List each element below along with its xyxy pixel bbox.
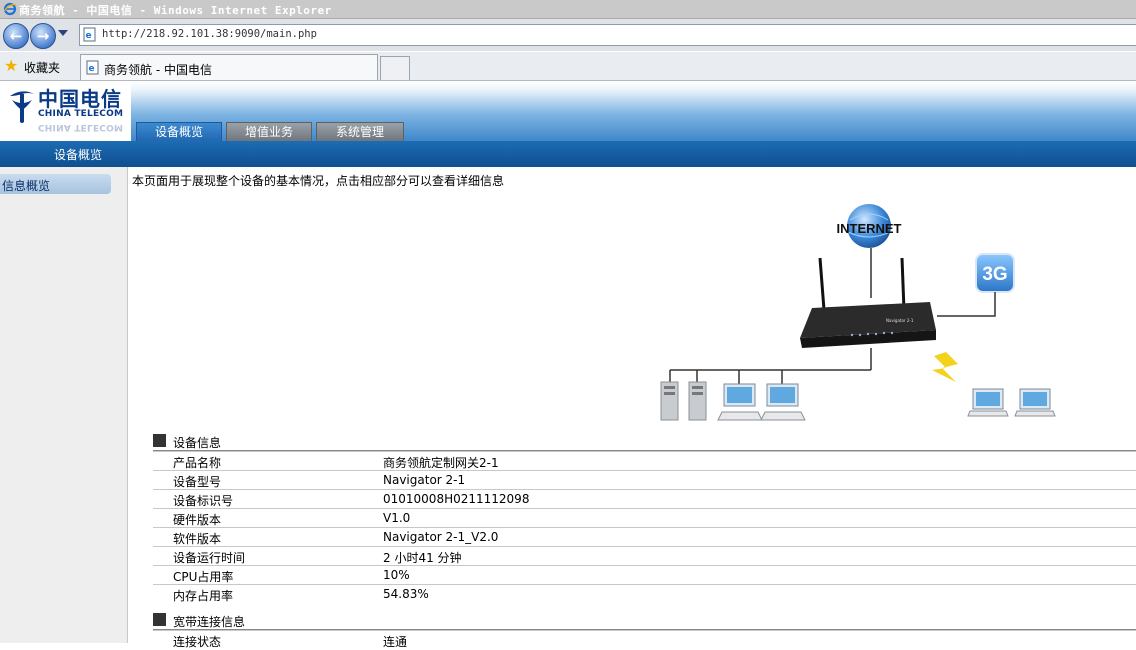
router-model-label: Navigator 2-1 xyxy=(886,318,914,323)
browser-tab-row: ★ 收藏夹 e 商务领航 - 中国电信 xyxy=(0,52,1136,81)
history-dropdown-icon[interactable] xyxy=(58,30,68,36)
row-key: 硬件版本 xyxy=(173,513,222,527)
section-bullet-icon xyxy=(153,434,166,447)
row-key: CPU占用率 xyxy=(173,570,234,584)
page-header: 中国电信 CHINA TELECOM CHINA TELECOM 设备概览 增值… xyxy=(0,81,1136,142)
broadband-info-header: 宽带连接信息 xyxy=(153,612,1136,629)
laptop-icon[interactable] xyxy=(967,388,1009,417)
forward-button[interactable]: → xyxy=(30,23,56,49)
forward-arrow-icon: → xyxy=(36,27,50,45)
address-bar-row: ← → e http://218.92.101.38:9090/main.php xyxy=(0,19,1136,51)
browser-tab-label: 商务领航 - 中国电信 xyxy=(104,63,212,77)
page-icon: e xyxy=(86,60,99,75)
logo-chinese-text: 中国电信 xyxy=(38,87,122,111)
row-value: 2 小时41 分钟 xyxy=(383,551,462,565)
tab-device-overview[interactable]: 设备概览 xyxy=(136,122,222,142)
device-info-title: 设备信息 xyxy=(173,436,222,450)
row-key: 产品名称 xyxy=(173,456,222,470)
row-key: 连接状态 xyxy=(173,635,222,649)
row-key: 设备标识号 xyxy=(173,494,234,508)
table-row: CPU占用率 10% xyxy=(153,565,1136,585)
window-title: 商务领航 - 中国电信 - Windows Internet Explorer xyxy=(19,4,332,17)
page-icon: e xyxy=(83,27,96,42)
back-button[interactable]: ← xyxy=(3,23,29,49)
table-row: 设备运行时间 2 小时41 分钟 xyxy=(153,546,1136,566)
sidebar-item-label: 信息概览 xyxy=(2,179,51,193)
window-titlebar: 商务领航 - 中国电信 - Windows Internet Explorer xyxy=(0,0,1136,19)
logo-reflection: CHINA TELECOM xyxy=(38,122,124,132)
row-key: 设备运行时间 xyxy=(173,551,246,565)
row-value: 商务领航定制网关2-1 xyxy=(383,456,499,470)
table-row: 连接状态 连通 xyxy=(153,630,1136,650)
broadband-info-title: 宽带连接信息 xyxy=(173,615,246,629)
server-icon[interactable] xyxy=(688,381,707,421)
row-value: 10% xyxy=(383,568,410,582)
3g-badge-icon[interactable]: 3G xyxy=(975,253,1015,293)
sub-navigation-bar: 设备概览 xyxy=(0,141,1136,167)
network-diagram: INTERNET 3G Navigator 2-1 xyxy=(660,204,1056,421)
china-telecom-logo: 中国电信 CHINA TELECOM CHINA TELECOM xyxy=(0,81,131,141)
3g-label: 3G xyxy=(982,264,1007,285)
sidebar: 信息概览 xyxy=(0,167,128,643)
address-url: http://218.92.101.38:9090/main.php xyxy=(102,28,317,40)
row-key: 设备型号 xyxy=(173,475,222,489)
page-description: 本页面用于展现整个设备的基本情况，点击相应部分可以查看详细信息 xyxy=(132,174,505,188)
svg-text:e: e xyxy=(89,64,95,74)
device-info-header: 设备信息 xyxy=(153,433,1136,450)
sidebar-item-info-overview[interactable]: 信息概览 xyxy=(0,174,111,194)
china-telecom-emblem-icon xyxy=(10,91,34,123)
desktop-computer-icon[interactable] xyxy=(760,383,806,421)
row-key: 内存占用率 xyxy=(173,589,234,603)
row-value: Navigator 2-1 xyxy=(383,473,466,487)
internet-explorer-icon xyxy=(3,2,17,16)
star-icon: ★ xyxy=(4,56,19,75)
logo-english-text: CHINA TELECOM xyxy=(38,109,124,119)
browser-tab[interactable]: e 商务领航 - 中国电信 xyxy=(80,54,378,80)
favorites-label: 收藏夹 xyxy=(24,61,61,75)
table-row: 硬件版本 V1.0 xyxy=(153,508,1136,528)
row-value: 01010008H0211112098 xyxy=(383,492,530,506)
tab-value-added-services[interactable]: 增值业务 xyxy=(226,122,312,142)
new-tab-button[interactable] xyxy=(380,56,410,80)
section-bullet-icon xyxy=(153,613,166,626)
tab-system-management[interactable]: 系统管理 xyxy=(316,122,404,142)
row-key: 软件版本 xyxy=(173,532,222,546)
router-device-icon[interactable]: Navigator 2-1 xyxy=(800,257,936,348)
internet-globe-icon[interactable]: INTERNET xyxy=(837,204,902,248)
address-input[interactable]: e http://218.92.101.38:9090/main.php xyxy=(79,24,1136,46)
subnav-item-device-overview[interactable]: 设备概览 xyxy=(54,146,102,163)
row-value: 连通 xyxy=(383,635,408,649)
row-value: V1.0 xyxy=(383,511,411,525)
wireless-signal-icon xyxy=(932,352,958,382)
table-row: 设备型号 Navigator 2-1 xyxy=(153,470,1136,490)
table-row: 内存占用率 54.83% xyxy=(153,584,1136,604)
table-row: 产品名称 商务领航定制网关2-1 xyxy=(153,451,1136,471)
table-row: 软件版本 Navigator 2-1_V2.0 xyxy=(153,527,1136,547)
table-row: 设备标识号 01010008H0211112098 xyxy=(153,489,1136,509)
svg-text:e: e xyxy=(86,31,92,41)
internet-label: INTERNET xyxy=(837,221,902,236)
desktop-computer-icon[interactable] xyxy=(717,383,763,421)
back-arrow-icon: ← xyxy=(9,27,23,45)
server-icon[interactable] xyxy=(660,381,679,421)
laptop-icon[interactable] xyxy=(1014,388,1056,417)
row-value: Navigator 2-1_V2.0 xyxy=(383,530,499,544)
row-value: 54.83% xyxy=(383,587,429,601)
